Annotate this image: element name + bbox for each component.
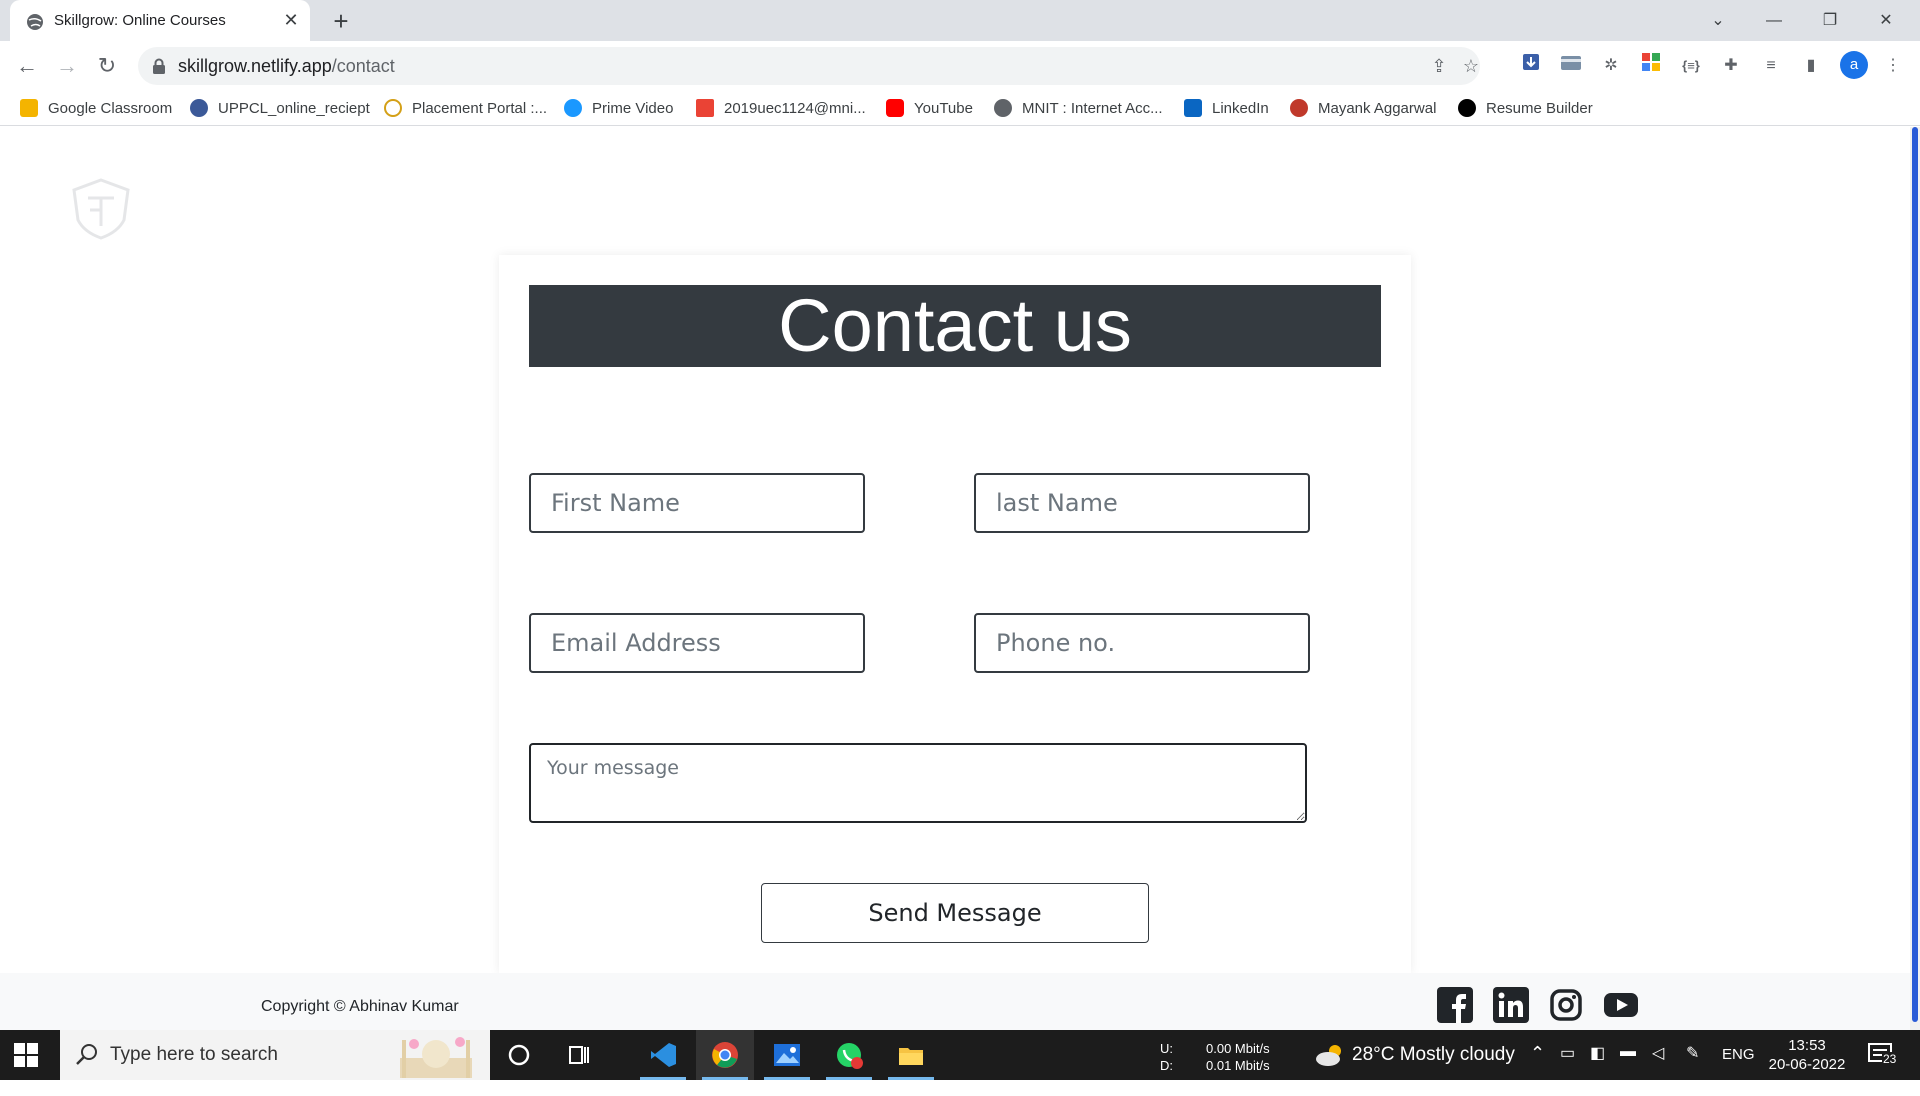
profile-avatar[interactable]: a: [1840, 51, 1868, 79]
tab-search-icon[interactable]: ⌄: [1690, 0, 1746, 41]
clock-time: 13:53: [1788, 1037, 1826, 1054]
tab-bar: Skillgrow: Online Courses ✕ + ⌄ — ❐ ✕: [0, 0, 1920, 41]
first-name-input[interactable]: [529, 473, 865, 533]
download-extension-icon[interactable]: [1518, 53, 1544, 79]
whatsapp-taskbar-icon[interactable]: [820, 1030, 878, 1080]
bookmark-placement-portal[interactable]: Placement Portal :...: [384, 98, 547, 120]
network-icon[interactable]: ▭: [1560, 1043, 1582, 1093]
network-speed-labels: U: D:: [1160, 1040, 1200, 1090]
lock-icon: [153, 58, 165, 74]
bookmark-youtube[interactable]: YouTube: [886, 98, 973, 120]
bookmark-mnit[interactable]: MNIT : Internet Acc...: [994, 98, 1163, 120]
linkedin-icon[interactable]: [1493, 987, 1529, 1023]
bug-extension-icon[interactable]: ✲: [1598, 53, 1624, 79]
meet-now-icon[interactable]: ◧: [1590, 1043, 1612, 1093]
upload-label: U:: [1160, 1041, 1173, 1056]
windows-start-icon[interactable]: [14, 1043, 38, 1067]
windows-taskbar: Type here to search U: D: 0.00 Mbit/s 0.…: [0, 1030, 1920, 1080]
photos-taskbar-icon[interactable]: [758, 1030, 816, 1080]
email-input[interactable]: [529, 613, 865, 673]
facebook-icon[interactable]: [1437, 987, 1473, 1023]
bookmark-star-icon[interactable]: ☆: [1460, 55, 1482, 77]
browser-tab[interactable]: Skillgrow: Online Courses ✕: [10, 0, 310, 41]
media-queue-icon[interactable]: ≡: [1758, 53, 1784, 79]
bookmark-linkedin[interactable]: LinkedIn: [1184, 98, 1269, 120]
phone-input[interactable]: [974, 613, 1310, 673]
instagram-icon[interactable]: [1548, 987, 1584, 1023]
notification-center-icon[interactable]: 23: [1868, 1042, 1908, 1092]
prime-video-icon: [564, 99, 582, 117]
upload-speed: 0.00 Mbit/s: [1206, 1041, 1270, 1056]
bookmark-gmail[interactable]: 2019uec1124@mni...: [696, 98, 866, 120]
language-indicator[interactable]: ENG: [1722, 1046, 1758, 1096]
cloudy-weather-icon[interactable]: [1314, 1042, 1346, 1068]
forward-icon[interactable]: →: [52, 51, 82, 81]
pen-icon[interactable]: ✎: [1686, 1043, 1708, 1093]
vscode-taskbar-icon[interactable]: [634, 1030, 692, 1080]
grid-extension-icon[interactable]: [1638, 53, 1664, 79]
puzzle-icon[interactable]: ✚: [1718, 53, 1744, 79]
restore-icon[interactable]: ❐: [1802, 0, 1858, 41]
contact-card: Contact us Send Message: [499, 255, 1411, 973]
copyright-text: Copyright © Abhinav Kumar: [261, 998, 459, 1015]
download-speed: 0.01 Mbit/s: [1206, 1058, 1270, 1073]
browser-toolbar: ← → ↻ skillgrow.netlify.app/contact ⇪ ☆ …: [0, 41, 1920, 90]
window-close-icon[interactable]: ✕: [1858, 0, 1914, 41]
gmail-icon: [696, 99, 714, 117]
profile-icon: [1290, 99, 1308, 117]
volume-icon[interactable]: ◁: [1652, 1043, 1674, 1093]
scrollbar-thumb[interactable]: [1912, 127, 1918, 1022]
globe-icon: [27, 14, 43, 30]
classroom-icon: [20, 99, 38, 117]
taskbar-search-box[interactable]: Type here to search: [60, 1030, 490, 1080]
card-extension-icon[interactable]: [1558, 53, 1584, 79]
tab-title: Skillgrow: Online Courses: [54, 12, 226, 29]
network-speed-values: 0.00 Mbit/s 0.01 Mbit/s: [1206, 1040, 1306, 1090]
bookmark-prime-video[interactable]: Prime Video: [564, 98, 673, 120]
weather-text[interactable]: 28°C Mostly cloudy: [1352, 1044, 1515, 1066]
bookmarks-bar: Google Classroom UPPCL_online_reciept Pl…: [0, 90, 1920, 126]
address-bar[interactable]: skillgrow.netlify.app/contact ⇪ ☆: [138, 47, 1480, 85]
footer: Copyright © Abhinav Kumar: [0, 973, 1910, 1030]
search-placeholder: Type here to search: [110, 1044, 278, 1065]
back-icon[interactable]: ←: [12, 51, 42, 81]
bookmark-mayank[interactable]: Mayank Aggarwal: [1290, 98, 1436, 120]
bookmark-resume-builder[interactable]: Resume Builder: [1458, 98, 1593, 120]
contact-title: Contact us: [529, 285, 1381, 367]
menu-kebab-icon[interactable]: ⋮: [1880, 53, 1906, 79]
chrome-taskbar-icon[interactable]: [696, 1030, 754, 1080]
task-view-icon[interactable]: [550, 1030, 608, 1080]
uppcl-icon: [190, 99, 208, 117]
bookmark-uppcl[interactable]: UPPCL_online_reciept: [190, 98, 370, 120]
clock[interactable]: 13:53 20-06-2022: [1762, 1036, 1852, 1074]
new-tab-button[interactable]: +: [326, 6, 356, 36]
taj-mahal-icon: [400, 1037, 472, 1078]
side-panel-icon[interactable]: ▮: [1798, 53, 1824, 79]
youtube-icon[interactable]: [1603, 987, 1639, 1023]
resume-builder-icon: [1458, 99, 1476, 117]
skillgrow-logo-icon[interactable]: [68, 176, 134, 242]
battery-icon[interactable]: ▬: [1620, 1043, 1644, 1093]
url-text: skillgrow.netlify.app/contact: [178, 56, 395, 76]
cortana-icon[interactable]: [490, 1030, 548, 1080]
send-message-button[interactable]: Send Message: [761, 883, 1149, 943]
youtube-icon: [886, 99, 904, 117]
close-tab-icon[interactable]: ✕: [280, 9, 302, 31]
message-textarea[interactable]: [529, 743, 1307, 823]
tray-chevron-icon[interactable]: ⌃: [1530, 1043, 1552, 1093]
bookmark-google-classroom[interactable]: Google Classroom: [20, 98, 172, 120]
download-label: D:: [1160, 1058, 1173, 1073]
placement-icon: [384, 99, 402, 117]
file-explorer-taskbar-icon[interactable]: [882, 1030, 940, 1080]
reload-icon[interactable]: ↻: [92, 51, 122, 81]
globe-icon: [994, 99, 1012, 117]
json-extension-icon[interactable]: {≡}: [1678, 53, 1704, 79]
notification-count: 23: [1882, 1052, 1898, 1066]
linkedin-icon: [1184, 99, 1202, 117]
clock-date: 20-06-2022: [1768, 1056, 1846, 1073]
search-icon: [76, 1044, 97, 1065]
last-name-input[interactable]: [974, 473, 1310, 533]
minimize-icon[interactable]: —: [1746, 0, 1802, 41]
share-icon[interactable]: ⇪: [1428, 55, 1450, 77]
